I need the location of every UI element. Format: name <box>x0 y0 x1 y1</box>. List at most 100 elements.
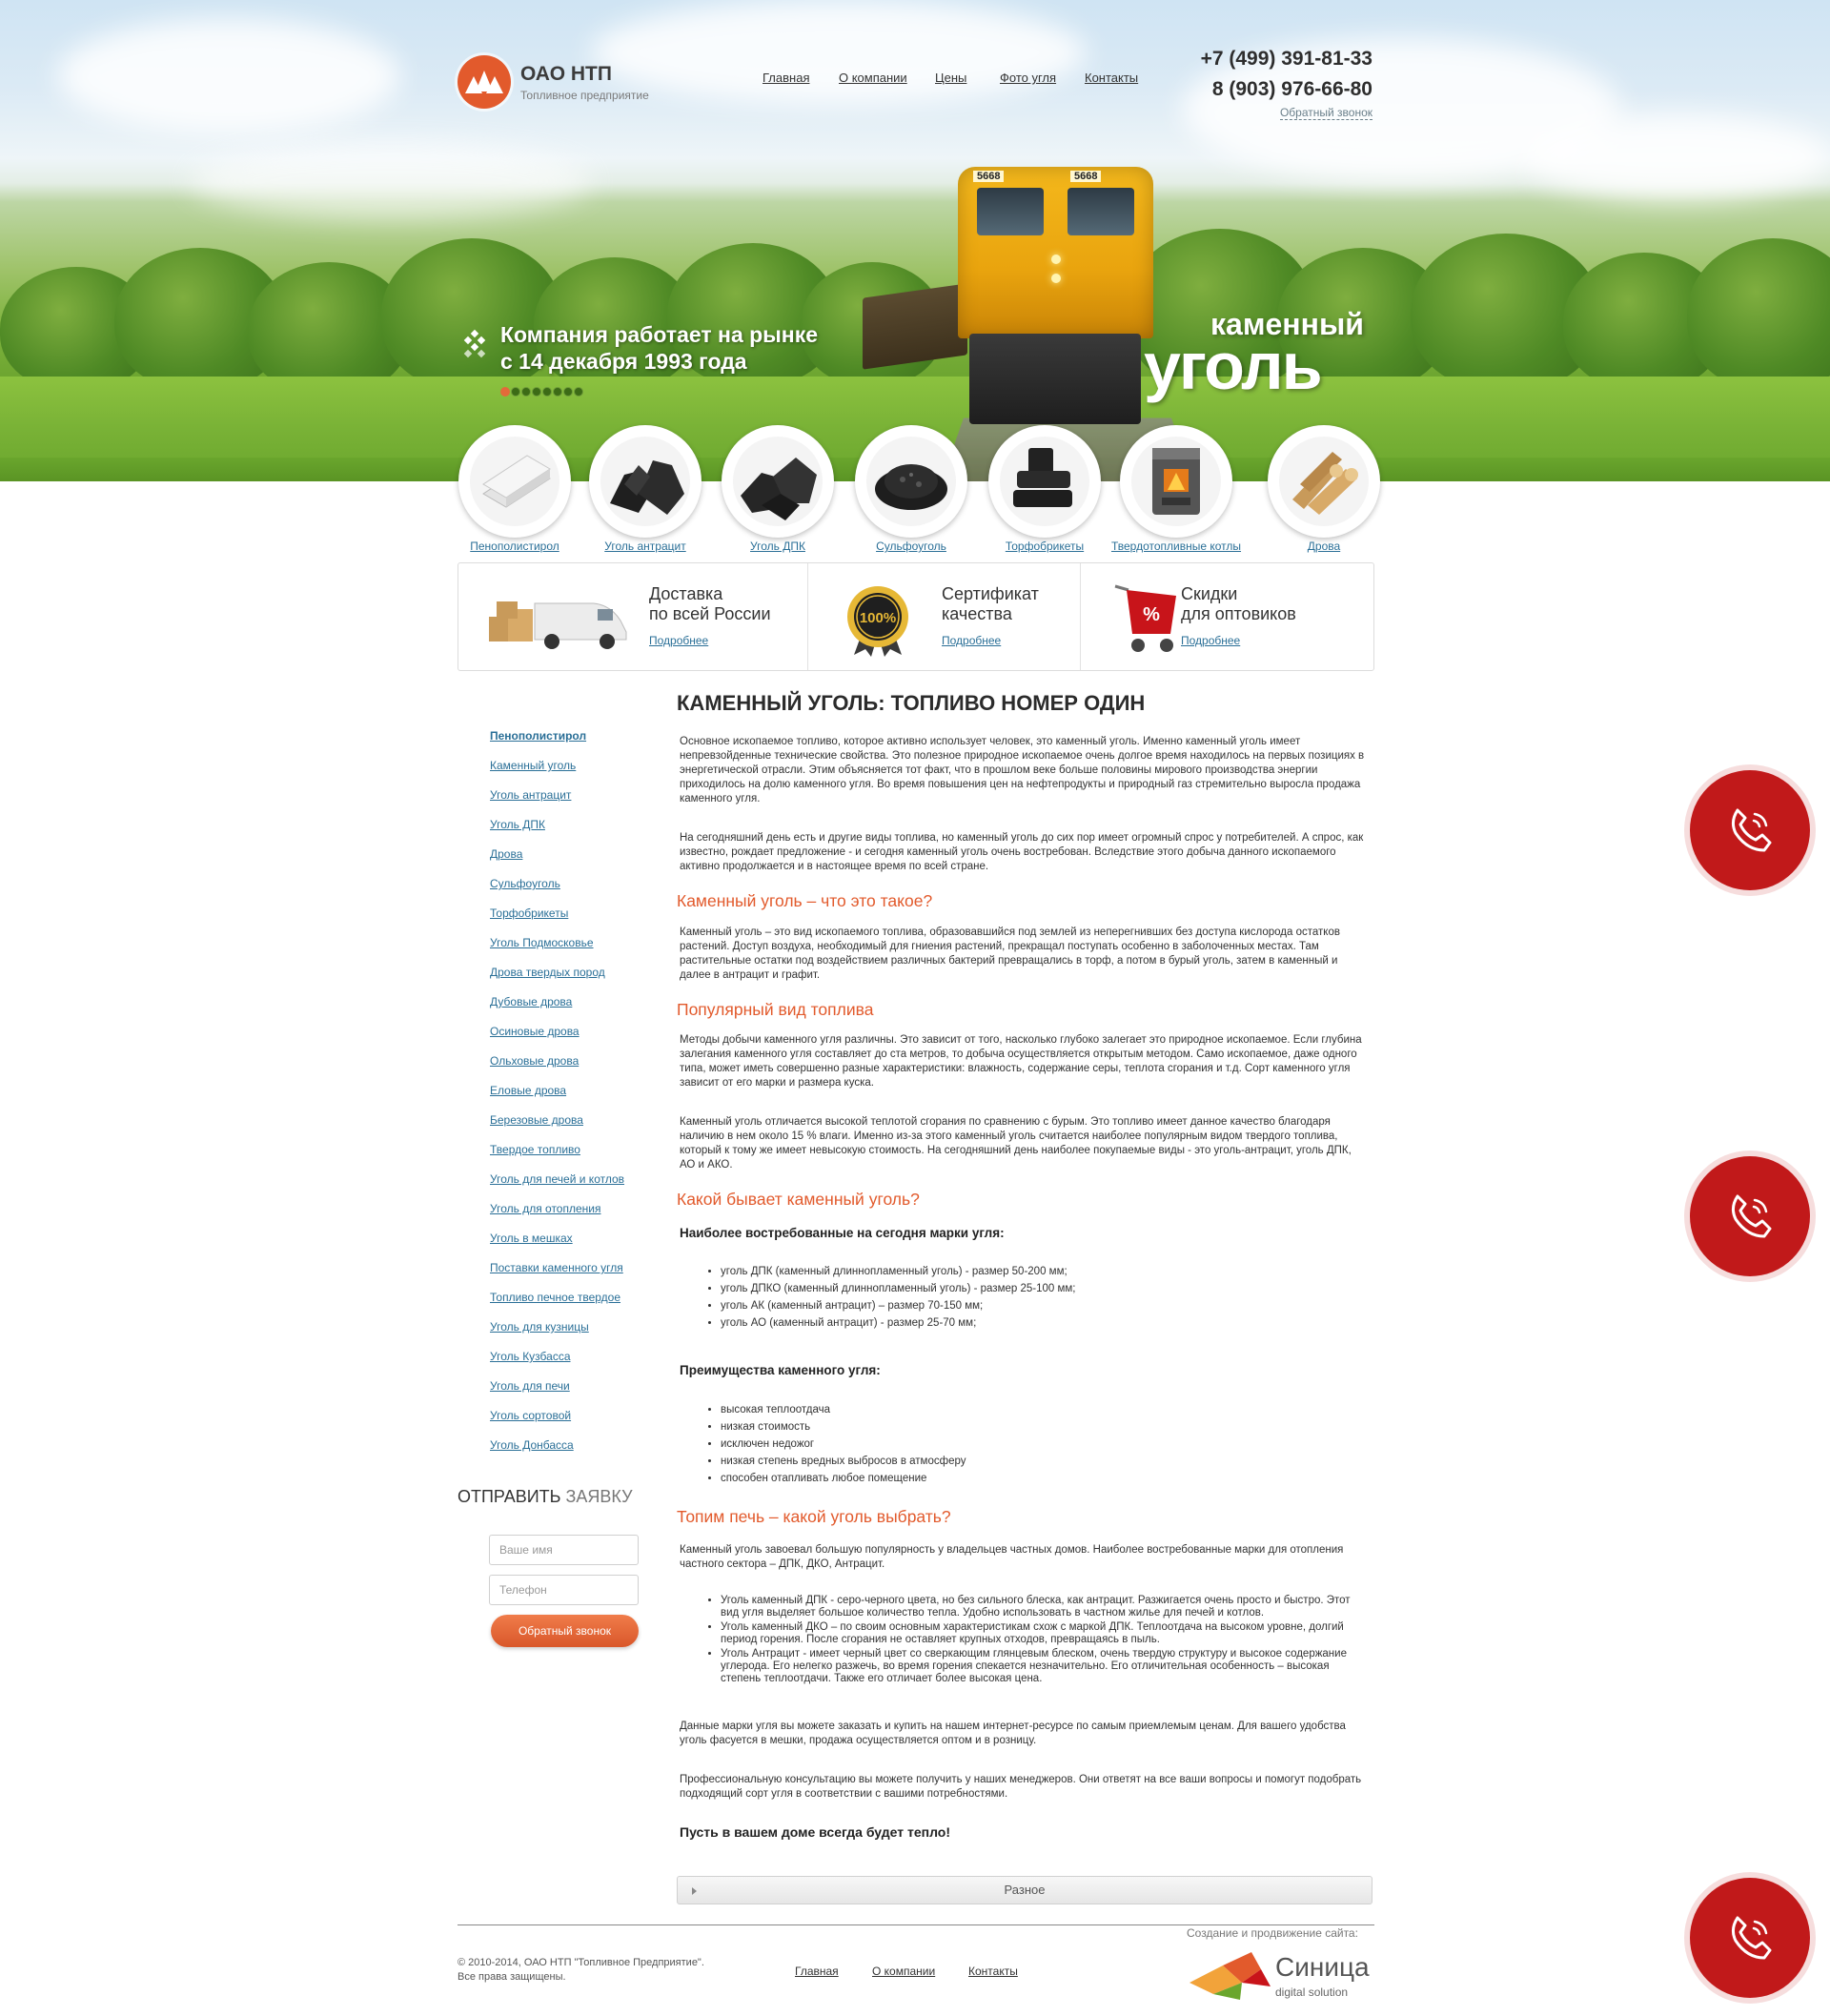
feature-discounts-line2: для оптовиков <box>1181 604 1296 623</box>
coal-chunks-icon <box>600 437 690 526</box>
stove-coal-list: Уголь каменный ДПК - серо-черного цвета,… <box>705 1595 1363 1687</box>
locomotive-image: 5668 5668 <box>958 167 1153 424</box>
slogan-line-2: с 14 декабря 1993 года <box>500 349 747 374</box>
svg-text:%: % <box>1143 604 1160 625</box>
phone-numbers: +7 (499) 391-81-33 8 (903) 976-66-80 <box>1201 44 1372 105</box>
sidebar-item-donbass[interactable]: Уголь Донбасса <box>490 1438 574 1452</box>
logo-title: ОАО НТП <box>520 63 612 85</box>
footer-nav-about[interactable]: О компании <box>872 1965 935 1978</box>
product-sulfocoal[interactable]: Сульфоуголь <box>855 425 967 553</box>
sidebar-item-foam[interactable]: Пенополистирол <box>490 729 586 743</box>
phone-input[interactable] <box>489 1575 639 1605</box>
product-foam[interactable]: Пенополистирол <box>458 425 571 553</box>
sidebar-item-peat[interactable]: Торфобрикеты <box>490 906 568 920</box>
sidebar-item-oak[interactable]: Дубовые дрова <box>490 995 572 1008</box>
feature-certificate: 100% Сертификат качества Подробнее <box>808 563 1080 670</box>
sidebar-item-graded-coal[interactable]: Уголь сортовой <box>490 1409 571 1422</box>
phone-call-icon <box>1731 1916 1772 1960</box>
phone-secondary[interactable]: 8 (903) 976-66-80 <box>1201 74 1372 105</box>
list-item: уголь ДПКО (каменный длиннопламенный уго… <box>721 1282 1363 1296</box>
sidebar-item-heating-coal[interactable]: Уголь для отопления <box>490 1202 600 1215</box>
floating-call-button[interactable] <box>1690 770 1810 890</box>
slider-dot[interactable] <box>511 387 520 397</box>
slider-dot[interactable] <box>542 387 552 397</box>
feature-delivery-link[interactable]: Подробнее <box>649 634 708 647</box>
sidebar-item-kuzbass[interactable]: Уголь Кузбасса <box>490 1350 571 1363</box>
feature-discounts-link[interactable]: Подробнее <box>1181 634 1240 647</box>
product-peat-briquettes[interactable]: Торфобрикеты <box>988 425 1101 553</box>
product-anthracite[interactable]: Уголь антрацит <box>589 425 702 553</box>
features-strip: Доставка по всей России Подробнее 100% С… <box>458 562 1374 671</box>
floating-call-button[interactable] <box>1690 1156 1810 1276</box>
paragraph: Методы добычи каменного угля различны. Э… <box>680 1034 1362 1089</box>
firewood-icon <box>1279 437 1369 526</box>
floating-call-button[interactable] <box>1690 1878 1810 1998</box>
product-firewood[interactable]: Дрова <box>1268 425 1380 553</box>
slider-dot[interactable] <box>553 387 562 397</box>
sidebar-item-dpk[interactable]: Уголь ДПК <box>490 818 545 831</box>
sidebar-item-alder[interactable]: Ольховые дрова <box>490 1054 579 1068</box>
list-item: низкая степень вредных выбросов в атмосф… <box>721 1455 1363 1469</box>
list-item: уголь ДПК (каменный длиннопламенный угол… <box>721 1265 1363 1279</box>
sidebar-item-stove-coal[interactable]: Уголь для печи <box>490 1379 570 1393</box>
slider-dot[interactable] <box>500 387 510 397</box>
callback-submit-button[interactable]: Обратный звонок <box>491 1615 639 1647</box>
slider-dot[interactable] <box>563 387 573 397</box>
misc-accordion[interactable]: Разное <box>677 1876 1372 1904</box>
slider-dot[interactable] <box>521 387 531 397</box>
footer-nav-contacts[interactable]: Контакты <box>968 1965 1018 1978</box>
name-input[interactable] <box>489 1535 639 1565</box>
callback-link[interactable]: Обратный звонок <box>1279 106 1372 120</box>
slider-dot[interactable] <box>574 387 583 397</box>
footer-nav-home[interactable]: Главная <box>795 1965 839 1978</box>
sidebar-item-stove-fuel[interactable]: Топливо печное твердое <box>490 1291 620 1304</box>
nav-contacts[interactable]: Контакты <box>1085 71 1138 85</box>
copyright: © 2010-2014, ОАО НТП "Топливное Предприя… <box>458 1957 704 1983</box>
slider-dot[interactable] <box>532 387 541 397</box>
svg-text:100%: 100% <box>860 610 896 626</box>
slogan-line-1: Компания работает на рынке <box>500 322 819 347</box>
paragraph: Основное ископаемое топливо, которое акт… <box>680 736 1365 804</box>
sidebar-item-moscow-coal[interactable]: Уголь Подмосковье <box>490 936 594 949</box>
sidebar-item-hardwood[interactable]: Дрова твердых пород <box>490 966 605 979</box>
developer-credit: Создание и продвижение сайта: <box>1187 1926 1358 1940</box>
coal-lumps-icon <box>733 437 823 526</box>
feature-certificate-line1: Сертификат <box>942 584 1039 603</box>
list-item: Уголь Антрацит - имеет черный цвет со св… <box>721 1648 1363 1685</box>
diamond-dots-icon <box>462 329 487 358</box>
sidebar-item-forge-coal[interactable]: Уголь для кузницы <box>490 1320 589 1334</box>
sidebar-item-bagged-coal[interactable]: Уголь в мешках <box>490 1232 573 1245</box>
product-boilers[interactable]: Твердотопливные котлы <box>1111 425 1241 553</box>
footer-divider <box>458 1924 1374 1925</box>
sidebar-item-aspen[interactable]: Осиновые дрова <box>490 1025 580 1038</box>
nav-about[interactable]: О компании <box>839 71 907 85</box>
advantages-list: высокая теплоотдача низкая стоимость иск… <box>705 1403 1363 1489</box>
list-item: уголь АК (каменный антрацит) – размер 70… <box>721 1299 1363 1313</box>
sidebar-item-firewood[interactable]: Дрова <box>490 847 522 861</box>
sidebar-item-spruce[interactable]: Еловые дрова <box>490 1084 566 1097</box>
sidebar-item-stone-coal[interactable]: Каменный уголь <box>490 759 576 772</box>
sidebar-item-sulfocoal[interactable]: Сульфоуголь <box>490 877 560 890</box>
bird-logo-icon <box>1190 1952 1271 2000</box>
nav-coal-photos[interactable]: Фото угля <box>1000 71 1056 85</box>
nav-prices[interactable]: Цены <box>935 71 966 85</box>
train-wagons <box>863 283 967 370</box>
subheading: Наиболее востребованные на сегодня марки… <box>680 1226 1005 1240</box>
feature-certificate-line2: качества <box>942 604 1012 623</box>
sidebar-item-stove-boiler-coal[interactable]: Уголь для печей и котлов <box>490 1172 624 1186</box>
feature-delivery: Доставка по всей России Подробнее <box>458 563 807 670</box>
sidebar-item-coal-supply[interactable]: Поставки каменного угля <box>490 1261 623 1274</box>
list-item: низкая стоимость <box>721 1420 1363 1435</box>
developer-logo[interactable]: Синица digital solution <box>1185 1945 1375 2002</box>
sidebar-item-anthracite[interactable]: Уголь антрацит <box>490 788 571 802</box>
phone-primary[interactable]: +7 (499) 391-81-33 <box>1201 44 1372 74</box>
paragraph: Каменный уголь завоевал большую популярн… <box>680 1544 1344 1570</box>
sidebar-item-birch[interactable]: Березовые дрова <box>490 1113 583 1127</box>
sidebar-item-solid-fuel[interactable]: Твердое топливо <box>490 1143 580 1156</box>
logo-mountains-icon <box>458 55 511 109</box>
feature-delivery-line1: Доставка <box>649 584 723 603</box>
nav-home[interactable]: Главная <box>762 71 809 85</box>
product-dpk[interactable]: Уголь ДПК <box>722 425 834 553</box>
section-heading: Топим печь – какой уголь выбрать? <box>677 1507 951 1526</box>
feature-certificate-link[interactable]: Подробнее <box>942 634 1001 647</box>
